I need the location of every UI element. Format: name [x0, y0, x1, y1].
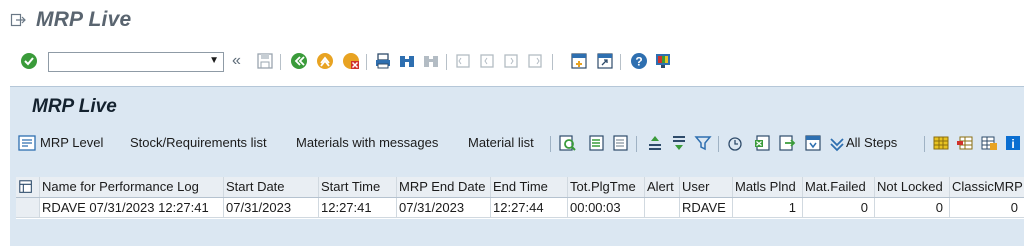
cancel-icon[interactable] [342, 52, 360, 70]
table-header: Name for Performance Log Start Date Star… [16, 177, 1024, 198]
shortcut-icon[interactable] [596, 52, 614, 70]
chevron-down-icon[interactable]: ▼ [209, 55, 219, 66]
page-title: MRP Live [32, 96, 117, 117]
column-header[interactable]: Not Locked [875, 177, 950, 197]
svg-text:i: i [1011, 137, 1014, 151]
table-row[interactable]: RDAVE 07/31/2023 12:27:41 07/31/2023 12:… [16, 198, 1024, 218]
toolbar-separator [552, 54, 553, 70]
sort-descending-icon[interactable] [670, 134, 688, 152]
table-cell[interactable]: 0 [950, 198, 1024, 217]
column-header[interactable]: Start Time [319, 177, 397, 197]
all-steps-button[interactable]: All Steps [846, 133, 897, 153]
table-cell[interactable]: 0 [875, 198, 950, 217]
exit-transaction-icon[interactable] [316, 52, 334, 70]
create-session-icon[interactable] [570, 52, 588, 70]
material-list-button[interactable]: Material list [468, 133, 534, 153]
last-page-icon[interactable] [526, 52, 544, 70]
filter-icon[interactable] [694, 134, 712, 152]
info-icon[interactable]: i [1004, 134, 1022, 152]
export-icon[interactable] [778, 134, 796, 152]
collapse-arrows-icon[interactable]: « [232, 52, 241, 70]
find-icon[interactable] [398, 52, 416, 70]
toolbar-separator [446, 54, 447, 70]
exit-icon[interactable] [10, 12, 26, 28]
results-table: Name for Performance Log Start Date Star… [16, 177, 1024, 219]
title-bar: MRP Live [0, 0, 1024, 40]
next-page-icon[interactable] [502, 52, 520, 70]
table-settings-icon[interactable] [18, 179, 34, 195]
choose-layout-icon[interactable] [804, 134, 822, 152]
toolbar-separator [550, 136, 551, 152]
toolbar-separator [366, 54, 367, 70]
grid-export-icon[interactable] [980, 134, 998, 152]
column-header[interactable]: Name for Performance Log [40, 177, 224, 197]
insert-row-icon[interactable] [956, 134, 974, 152]
find-next-icon[interactable] [422, 52, 440, 70]
sort-ascending-icon[interactable] [646, 134, 664, 152]
application-toolbar: MRP Level Stock/Requirements list Materi… [10, 127, 1024, 157]
column-header[interactable]: Tot.PlgTme [568, 177, 645, 197]
total-icon[interactable] [726, 134, 744, 152]
toolbar-separator [718, 136, 719, 152]
table-cell[interactable]: 12:27:41 [319, 198, 397, 217]
print-icon[interactable] [374, 52, 392, 70]
deselect-all-icon[interactable] [612, 134, 630, 152]
table-cell[interactable] [645, 198, 680, 217]
standard-toolbar: ▼ « ? [0, 44, 1024, 78]
table-cell[interactable]: 0 [803, 198, 875, 217]
customize-layout-icon[interactable] [654, 52, 672, 70]
first-page-icon[interactable] [454, 52, 472, 70]
toolbar-separator [924, 136, 925, 152]
toolbar-separator [620, 54, 621, 70]
column-header[interactable]: Matls Plnd [733, 177, 803, 197]
materials-with-messages-button[interactable]: Materials with messages [296, 133, 438, 153]
all-steps-icon[interactable] [828, 134, 846, 152]
table-cell[interactable]: 07/31/2023 [397, 198, 491, 217]
select-all-icon[interactable] [588, 134, 606, 152]
command-input[interactable] [49, 53, 199, 71]
mrp-level-icon[interactable] [18, 134, 36, 152]
column-header[interactable]: Mat.Failed [803, 177, 875, 197]
details-icon[interactable] [558, 134, 576, 152]
svg-text:?: ? [635, 55, 642, 69]
save-icon[interactable] [256, 52, 274, 70]
table-cell[interactable]: RDAVE [680, 198, 733, 217]
export-spreadsheet-icon[interactable] [754, 134, 772, 152]
toolbar-separator [280, 54, 281, 70]
layout-icon-cell[interactable] [16, 177, 40, 197]
column-header[interactable]: User [680, 177, 733, 197]
stock-requirements-list-button[interactable]: Stock/Requirements list [130, 133, 267, 153]
grid-view-icon[interactable] [932, 134, 950, 152]
previous-page-icon[interactable] [478, 52, 496, 70]
table-cell[interactable]: 12:27:44 [491, 198, 568, 217]
column-header[interactable]: Start Date [224, 177, 319, 197]
column-header[interactable]: Alert [645, 177, 680, 197]
back-icon[interactable] [290, 52, 308, 70]
column-header[interactable]: ClassicMRP [950, 177, 1024, 197]
table-cell[interactable]: 00:00:03 [568, 198, 645, 217]
toolbar-separator [636, 136, 637, 152]
column-header[interactable]: End Time [491, 177, 568, 197]
help-icon[interactable]: ? [630, 52, 648, 70]
column-header[interactable]: MRP End Date [397, 177, 491, 197]
enter-icon[interactable] [20, 52, 38, 70]
row-selector[interactable] [16, 198, 40, 217]
table-cell[interactable]: 07/31/2023 [224, 198, 319, 217]
mrp-level-button[interactable]: MRP Level [40, 133, 103, 153]
window-title: MRP Live [36, 8, 132, 31]
command-field[interactable]: ▼ [48, 52, 224, 72]
main-panel: MRP Live MRP Level Stock/Requirements li… [10, 86, 1024, 246]
table-cell[interactable]: RDAVE 07/31/2023 12:27:41 [40, 198, 224, 217]
table-cell[interactable]: 1 [733, 198, 803, 217]
